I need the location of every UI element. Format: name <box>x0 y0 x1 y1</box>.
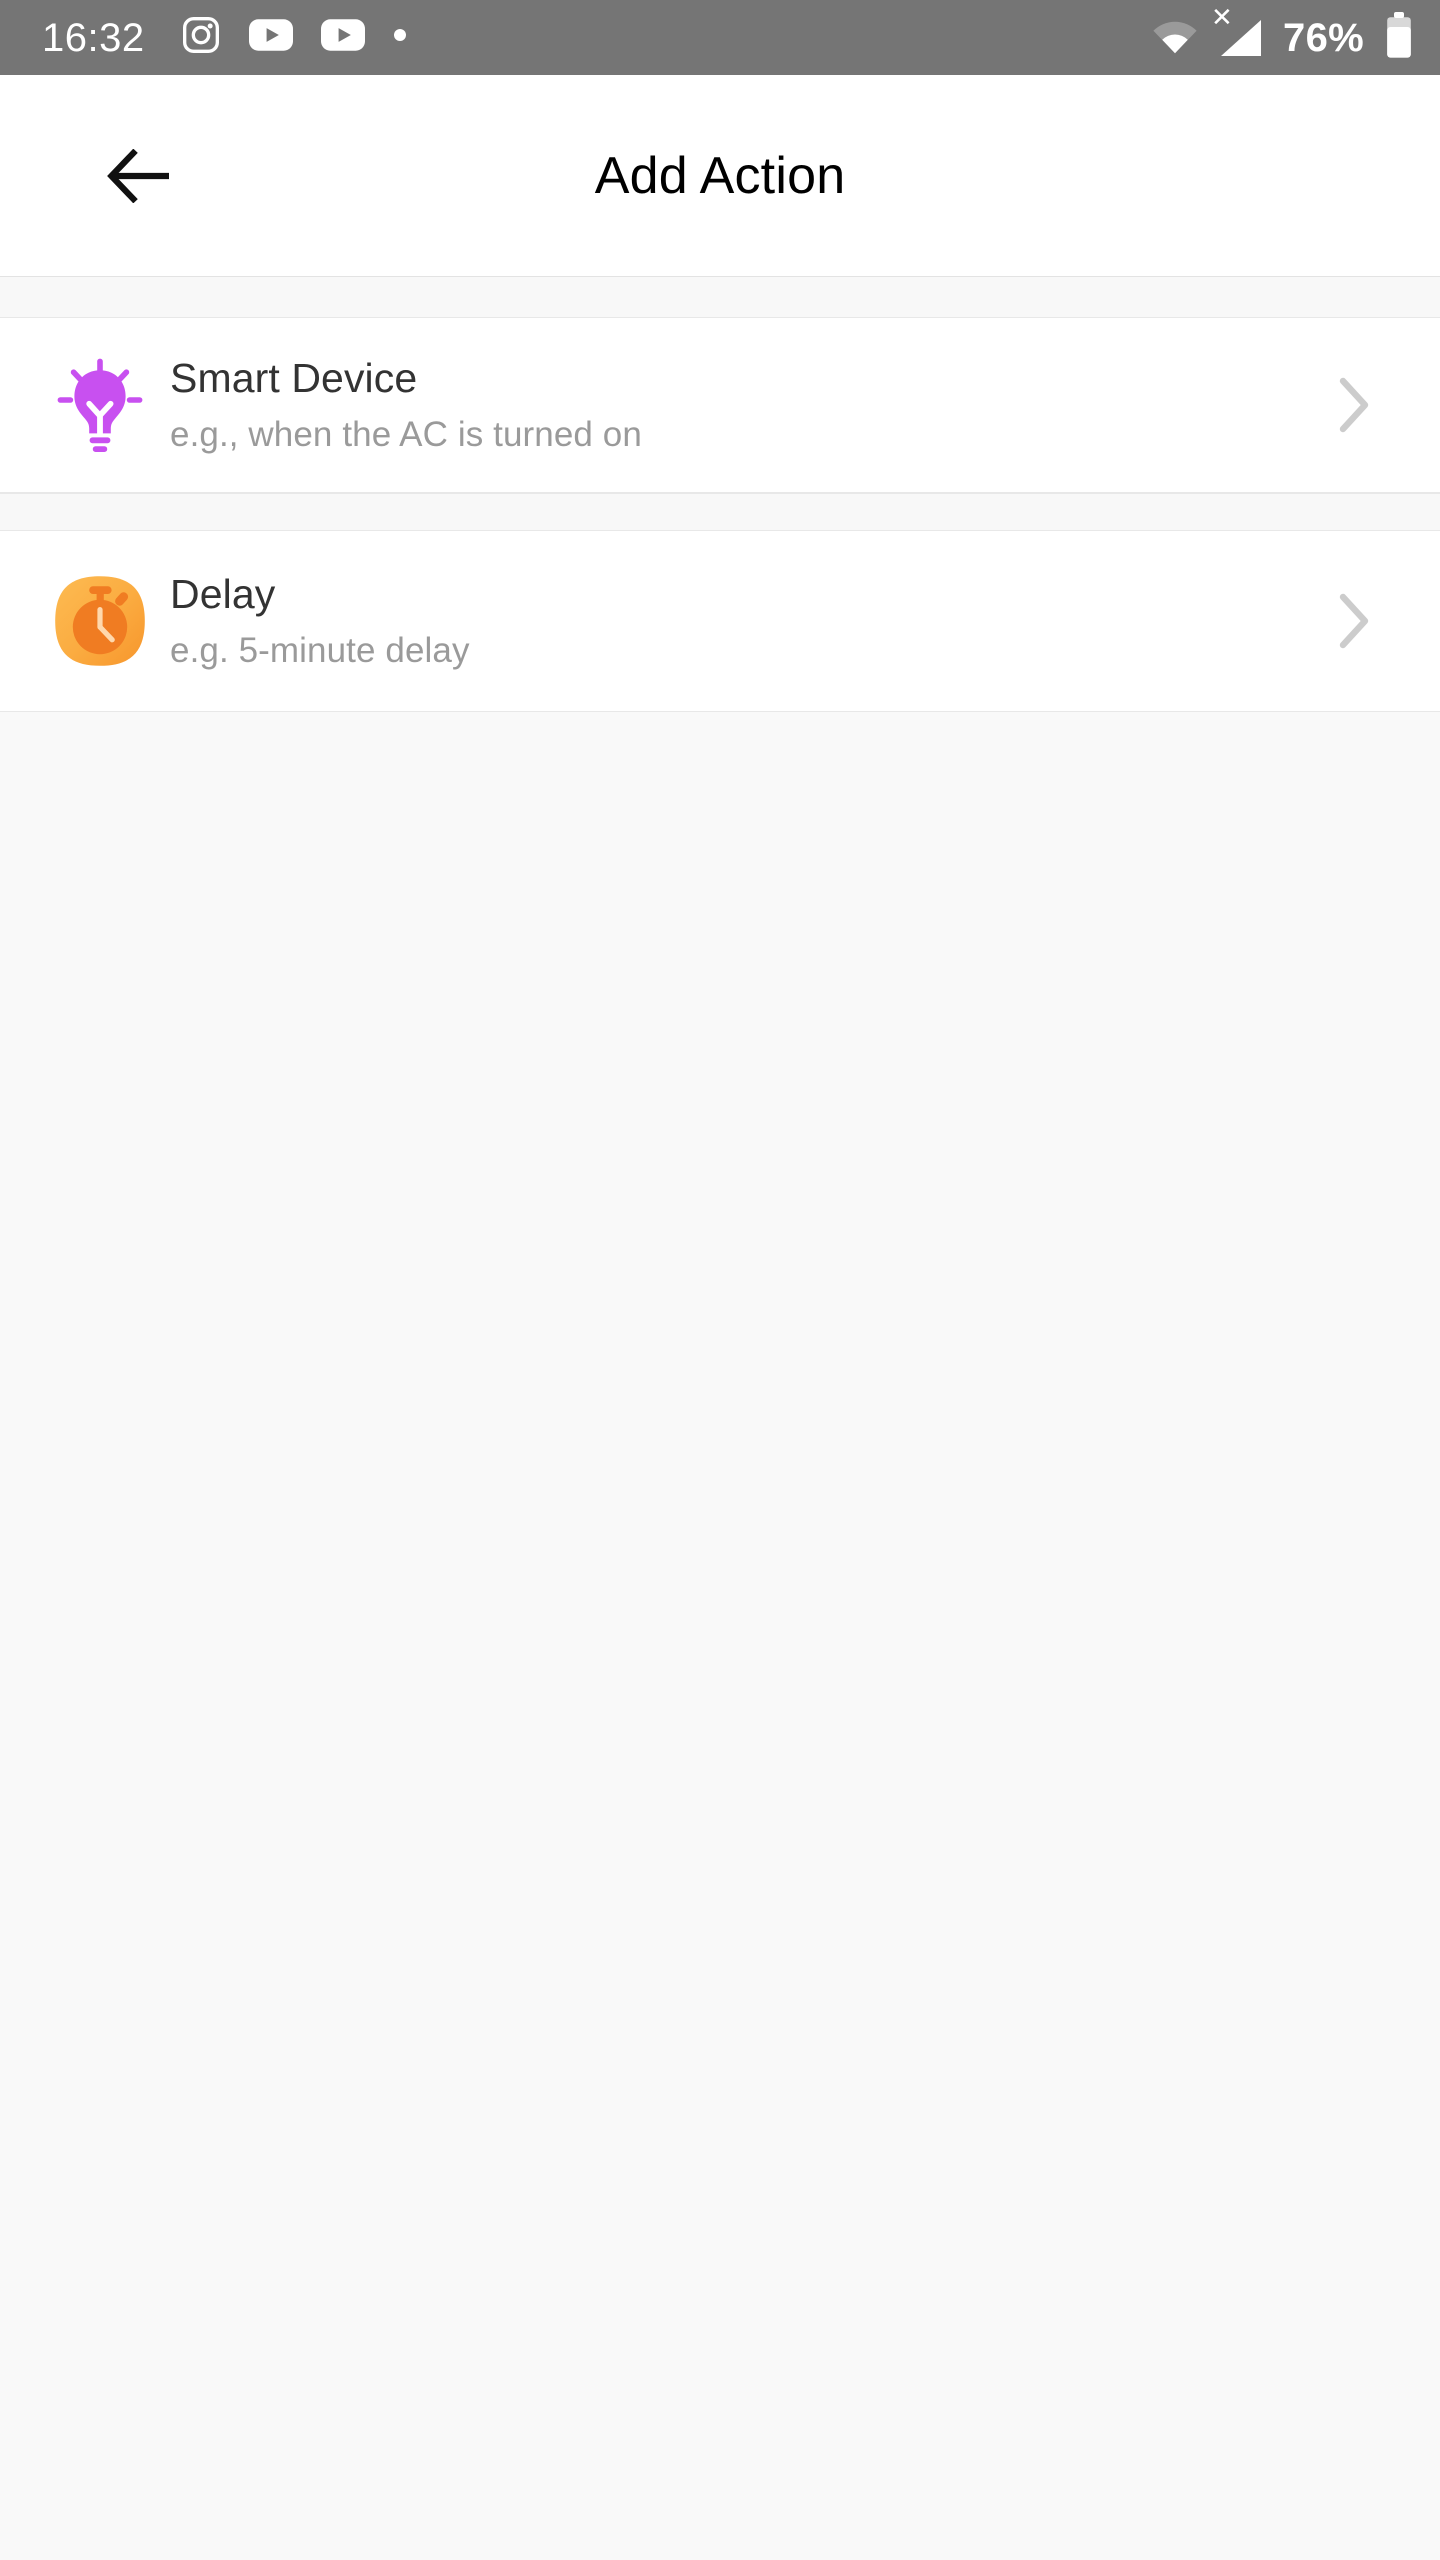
empty-content-area <box>0 712 1440 2560</box>
list-item-text: Delay e.g. 5-minute delay <box>170 570 1324 671</box>
signal-x-badge: ✕ <box>1211 1 1233 32</box>
status-bar: 16:32 ✕ 76% <box>0 0 1440 75</box>
more-notifications-dot-icon <box>393 28 407 47</box>
battery-percentage: 76% <box>1283 15 1364 60</box>
battery-icon <box>1386 12 1412 63</box>
app-header: Add Action <box>0 75 1440 277</box>
youtube-icon <box>320 19 365 56</box>
lightbulb-icon <box>48 353 152 457</box>
chevron-right-icon[interactable] <box>1324 591 1384 651</box>
list-item-delay[interactable]: Delay e.g. 5-minute delay <box>0 531 1440 712</box>
back-button[interactable] <box>90 126 190 226</box>
list-item-subtitle: e.g., when the AC is turned on <box>170 414 642 454</box>
wifi-icon <box>1151 16 1199 59</box>
list-item-title: Delay <box>170 571 276 618</box>
app-screen: 16:32 ✕ 76% Add Action Smart Device e.g.… <box>0 0 1440 2560</box>
stopwatch-icon <box>48 569 152 673</box>
notification-icons <box>181 15 407 60</box>
back-arrow-icon <box>107 148 169 203</box>
list-item-subtitle: e.g. 5-minute delay <box>170 630 470 670</box>
list-item-separator-band <box>0 493 1440 531</box>
system-status-icons: ✕ 76% <box>1151 4 1412 63</box>
instagram-icon <box>181 15 221 60</box>
list-item-text: Smart Device e.g., when the AC is turned… <box>170 354 1324 455</box>
youtube-icon <box>248 19 293 56</box>
list-item-title: Smart Device <box>170 355 418 402</box>
list-section-spacer <box>0 277 1440 318</box>
status-bar-clock: 16:32 <box>42 15 145 60</box>
chevron-right-icon[interactable] <box>1324 375 1384 435</box>
list-item-smart-device[interactable]: Smart Device e.g., when the AC is turned… <box>0 318 1440 493</box>
signal-no-service-icon: ✕ <box>1211 4 1265 58</box>
page-title: Add Action <box>594 146 846 205</box>
